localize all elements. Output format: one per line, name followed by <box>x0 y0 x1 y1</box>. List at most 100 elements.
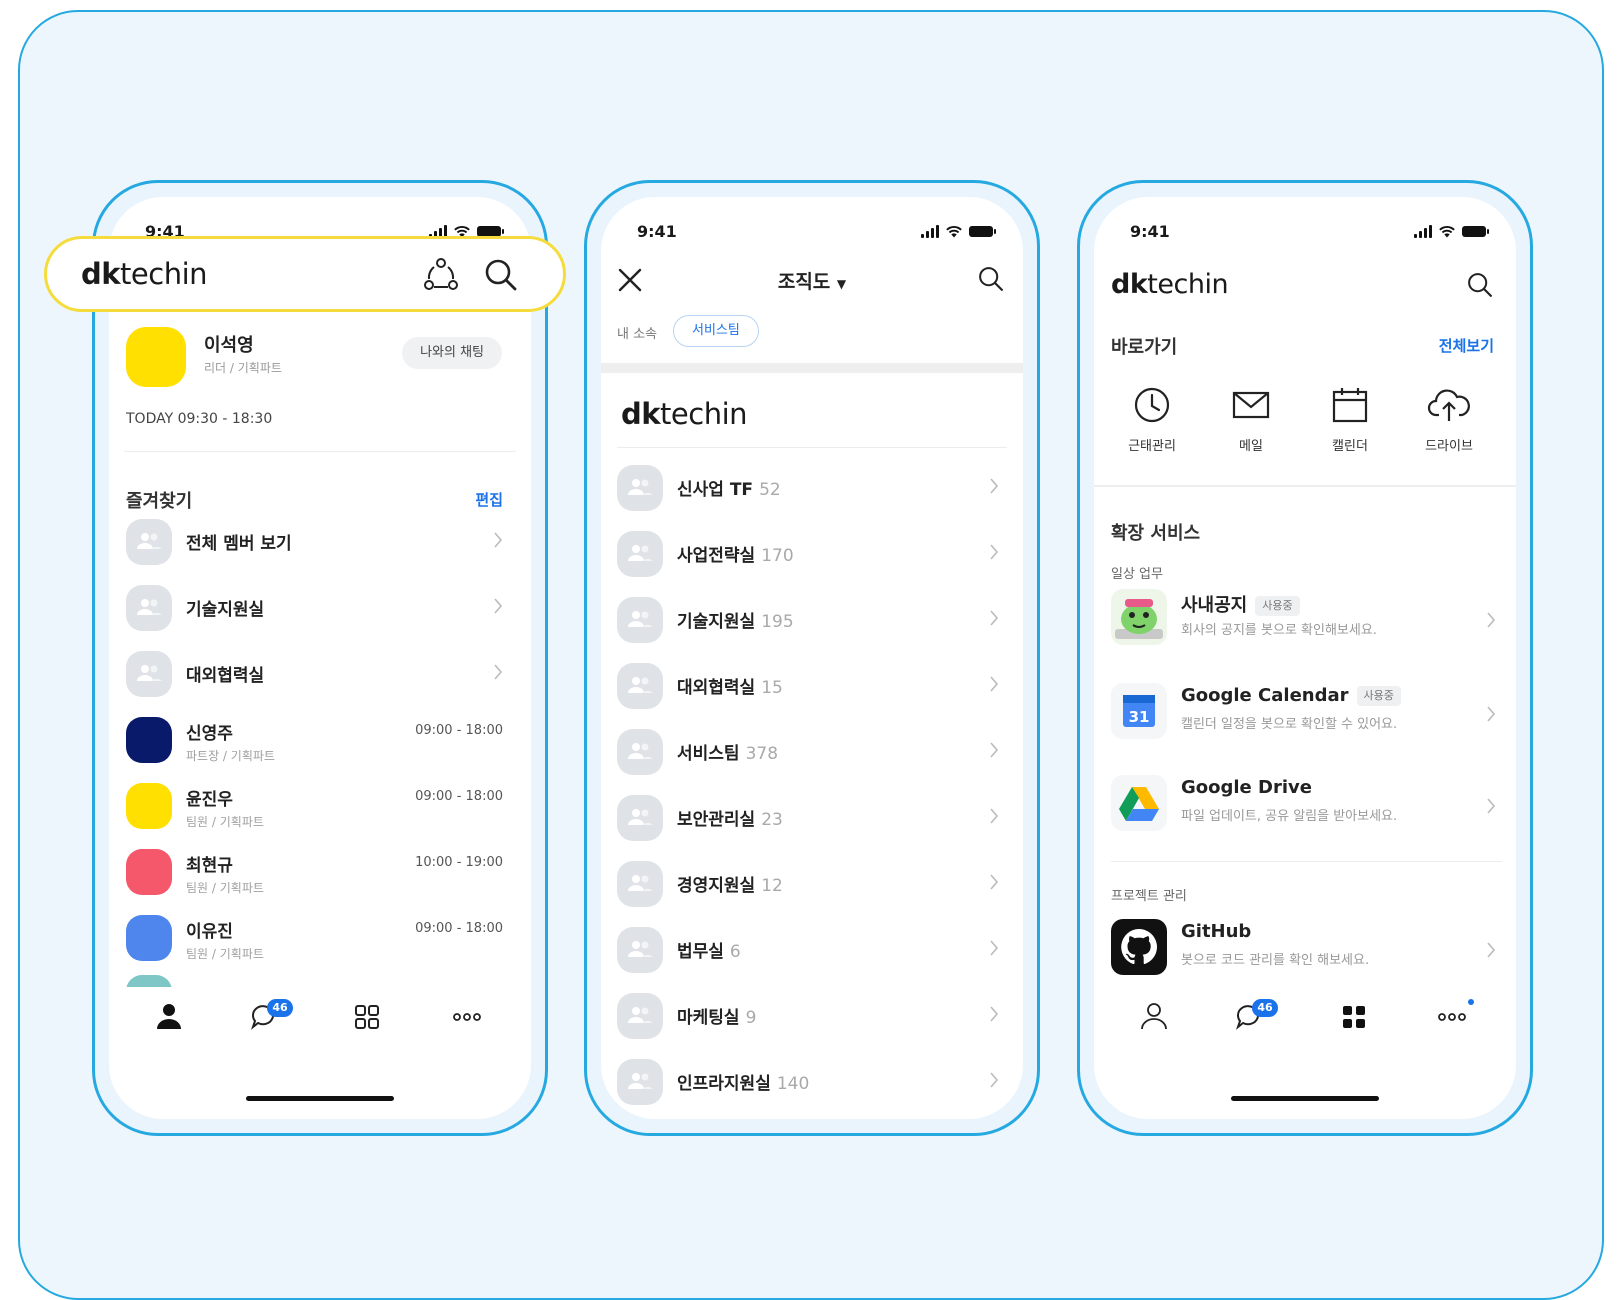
tab-apps-icon[interactable] <box>1334 1001 1374 1033</box>
department-count: 15 <box>761 678 783 698</box>
member-name: 윤진우 <box>186 790 233 810</box>
caret-down-icon: ▼ <box>836 277 847 291</box>
section-separator <box>601 363 1023 373</box>
chevron-right-icon <box>1487 798 1496 814</box>
department-row[interactable]: 경영지원실 12 <box>617 859 999 909</box>
member-avatar <box>126 849 172 895</box>
people-icon <box>628 1073 653 1089</box>
favorite-member[interactable]: 이유진 팀원 / 기획파트 09:00 - 18:00 <box>126 913 503 963</box>
department-name: 신사업 TF <box>677 480 754 500</box>
dktechin-logo: dktechin <box>81 257 208 291</box>
tab-people-icon[interactable] <box>1134 1001 1174 1033</box>
department-row[interactable]: 인프라지원실 140 <box>617 1057 999 1107</box>
service-title: Google Calendar 사용중 <box>1181 685 1401 706</box>
department-count: 9 <box>745 1008 757 1028</box>
highlighted-app-header: dktechin <box>44 236 566 312</box>
my-chat-button[interactable]: 나와의 채팅 <box>402 337 502 369</box>
chevron-right-icon <box>1487 706 1496 722</box>
department-count: 23 <box>761 810 783 830</box>
signal-icon <box>1414 224 1432 238</box>
department-row[interactable]: 대외협력실 15 <box>617 661 999 711</box>
chevron-right-icon <box>1487 612 1496 628</box>
service-google-drive[interactable]: Google Drive 파일 업데이트, 공유 알림을 받아보세요. <box>1111 775 1496 835</box>
department-row[interactable]: 기술지원실 195 <box>617 595 999 645</box>
search-icon[interactable] <box>977 265 1005 293</box>
mail-icon <box>1232 391 1270 419</box>
tab-chat[interactable]: 46 <box>249 999 293 1033</box>
cloud-upload-icon <box>1427 389 1470 421</box>
phone-services: 9:41 dktechin 바로가기 전체보기 근태관리 메일 캘린더 드라이브 <box>1077 180 1533 1136</box>
shortcut-mail[interactable]: 메일 <box>1211 385 1291 454</box>
people-icon <box>628 809 653 825</box>
department-name: 인프라지원실 <box>677 1074 771 1094</box>
favorite-member[interactable]: 신영주 파트장 / 기획파트 09:00 - 18:00 <box>126 715 503 765</box>
chevron-right-icon <box>990 1072 999 1088</box>
department-row[interactable]: 보안관리실 23 <box>617 793 999 843</box>
tab-more-icon[interactable] <box>1432 1001 1472 1033</box>
shortcut-attendance[interactable]: 근태관리 <box>1112 385 1192 454</box>
favorite-group[interactable]: 전체 멤버 보기 <box>126 517 503 567</box>
status-bar: 9:41 <box>1130 219 1489 243</box>
profile-name: 이석영 <box>204 335 254 356</box>
member-name: 이유진 <box>186 922 233 942</box>
member-hours: 10:00 - 19:00 <box>415 855 503 870</box>
org-title-dropdown[interactable]: 조직도 ▼ <box>601 267 1023 294</box>
people-icon <box>628 875 653 891</box>
view-all-button[interactable]: 전체보기 <box>1439 335 1494 356</box>
group-avatar <box>617 1059 663 1105</box>
shortcut-calendar[interactable]: 캘린더 <box>1310 385 1390 454</box>
favorite-member[interactable]: 최현규 팀원 / 기획파트 10:00 - 19:00 <box>126 847 503 897</box>
tab-chat[interactable]: 46 <box>1234 999 1278 1033</box>
department-name: 대외협력실 <box>677 678 756 698</box>
member-role: 파트장 / 기획파트 <box>186 749 275 763</box>
search-icon[interactable] <box>1466 271 1494 299</box>
member-role: 팀원 / 기획파트 <box>186 815 264 829</box>
group-label: 전체 멤버 보기 <box>186 534 292 554</box>
department-row[interactable]: 법무실 6 <box>617 925 999 975</box>
chevron-right-icon <box>990 940 999 956</box>
edit-favorites-button[interactable]: 편집 <box>475 489 503 510</box>
shortcut-label: 메일 <box>1239 439 1263 454</box>
department-name: 기술지원실 <box>677 612 756 632</box>
tab-apps-icon[interactable] <box>347 1001 387 1033</box>
department-count: 52 <box>759 480 781 500</box>
department-row[interactable]: 사업전략실 170 <box>617 529 999 579</box>
search-icon[interactable] <box>483 257 519 293</box>
favorite-group[interactable]: 대외협력실 <box>126 649 503 699</box>
department-row[interactable]: 서비스팀 378 <box>617 727 999 777</box>
project-label: 프로젝트 관리 <box>1111 889 1187 904</box>
department-count: 170 <box>761 546 794 566</box>
group-avatar <box>617 729 663 775</box>
tab-people-icon[interactable] <box>149 1001 189 1033</box>
shortcut-drive[interactable]: 드라이브 <box>1409 385 1489 454</box>
chevron-right-icon <box>990 478 999 494</box>
department-row[interactable]: 신사업 TF 52 <box>617 463 999 513</box>
department-label: 서비스팀 378 <box>677 739 778 764</box>
my-profile[interactable]: 이석영 리더 / 기획파트 나와의 채팅 <box>124 319 516 389</box>
department-label: 보안관리실 23 <box>677 805 783 830</box>
github-icon <box>1111 919 1167 975</box>
department-label: 기술지원실 195 <box>677 607 794 632</box>
org-share-icon[interactable] <box>423 257 459 293</box>
my-dept-chip[interactable]: 서비스팀 <box>673 315 759 347</box>
favorite-group[interactable]: 기술지원실 <box>126 583 503 633</box>
service-google-calendar[interactable]: 31 Google Calendar 사용중 캘린더 일정을 봇으로 확인할 수 … <box>1111 683 1496 743</box>
people-icon <box>137 665 162 681</box>
battery-icon <box>477 225 504 237</box>
chevron-right-icon <box>494 664 503 680</box>
favorite-member[interactable]: 윤진우 팀원 / 기획파트 09:00 - 18:00 <box>126 781 503 831</box>
notice-mascot-icon <box>1111 589 1167 645</box>
service-notice[interactable]: 사내공지 사용중 회사의 공지를 봇으로 확인해보세요. <box>1111 589 1496 649</box>
service-github[interactable]: GitHub 봇으로 코드 관리를 확인 해보세요. <box>1111 919 1496 979</box>
new-indicator-dot <box>1468 999 1474 1005</box>
people-icon <box>628 545 653 561</box>
tab-more-icon[interactable] <box>447 1001 487 1033</box>
extensions-title: 확장 서비스 <box>1111 523 1201 544</box>
member-avatar <box>126 915 172 961</box>
department-row[interactable]: 마케팅실 9 <box>617 991 999 1041</box>
people-icon <box>628 941 653 957</box>
department-label: 경영지원실 12 <box>677 871 783 896</box>
status-bar: 9:41 <box>637 219 996 243</box>
wifi-icon <box>1439 225 1455 237</box>
tab-bar: 46 <box>1094 987 1516 1047</box>
